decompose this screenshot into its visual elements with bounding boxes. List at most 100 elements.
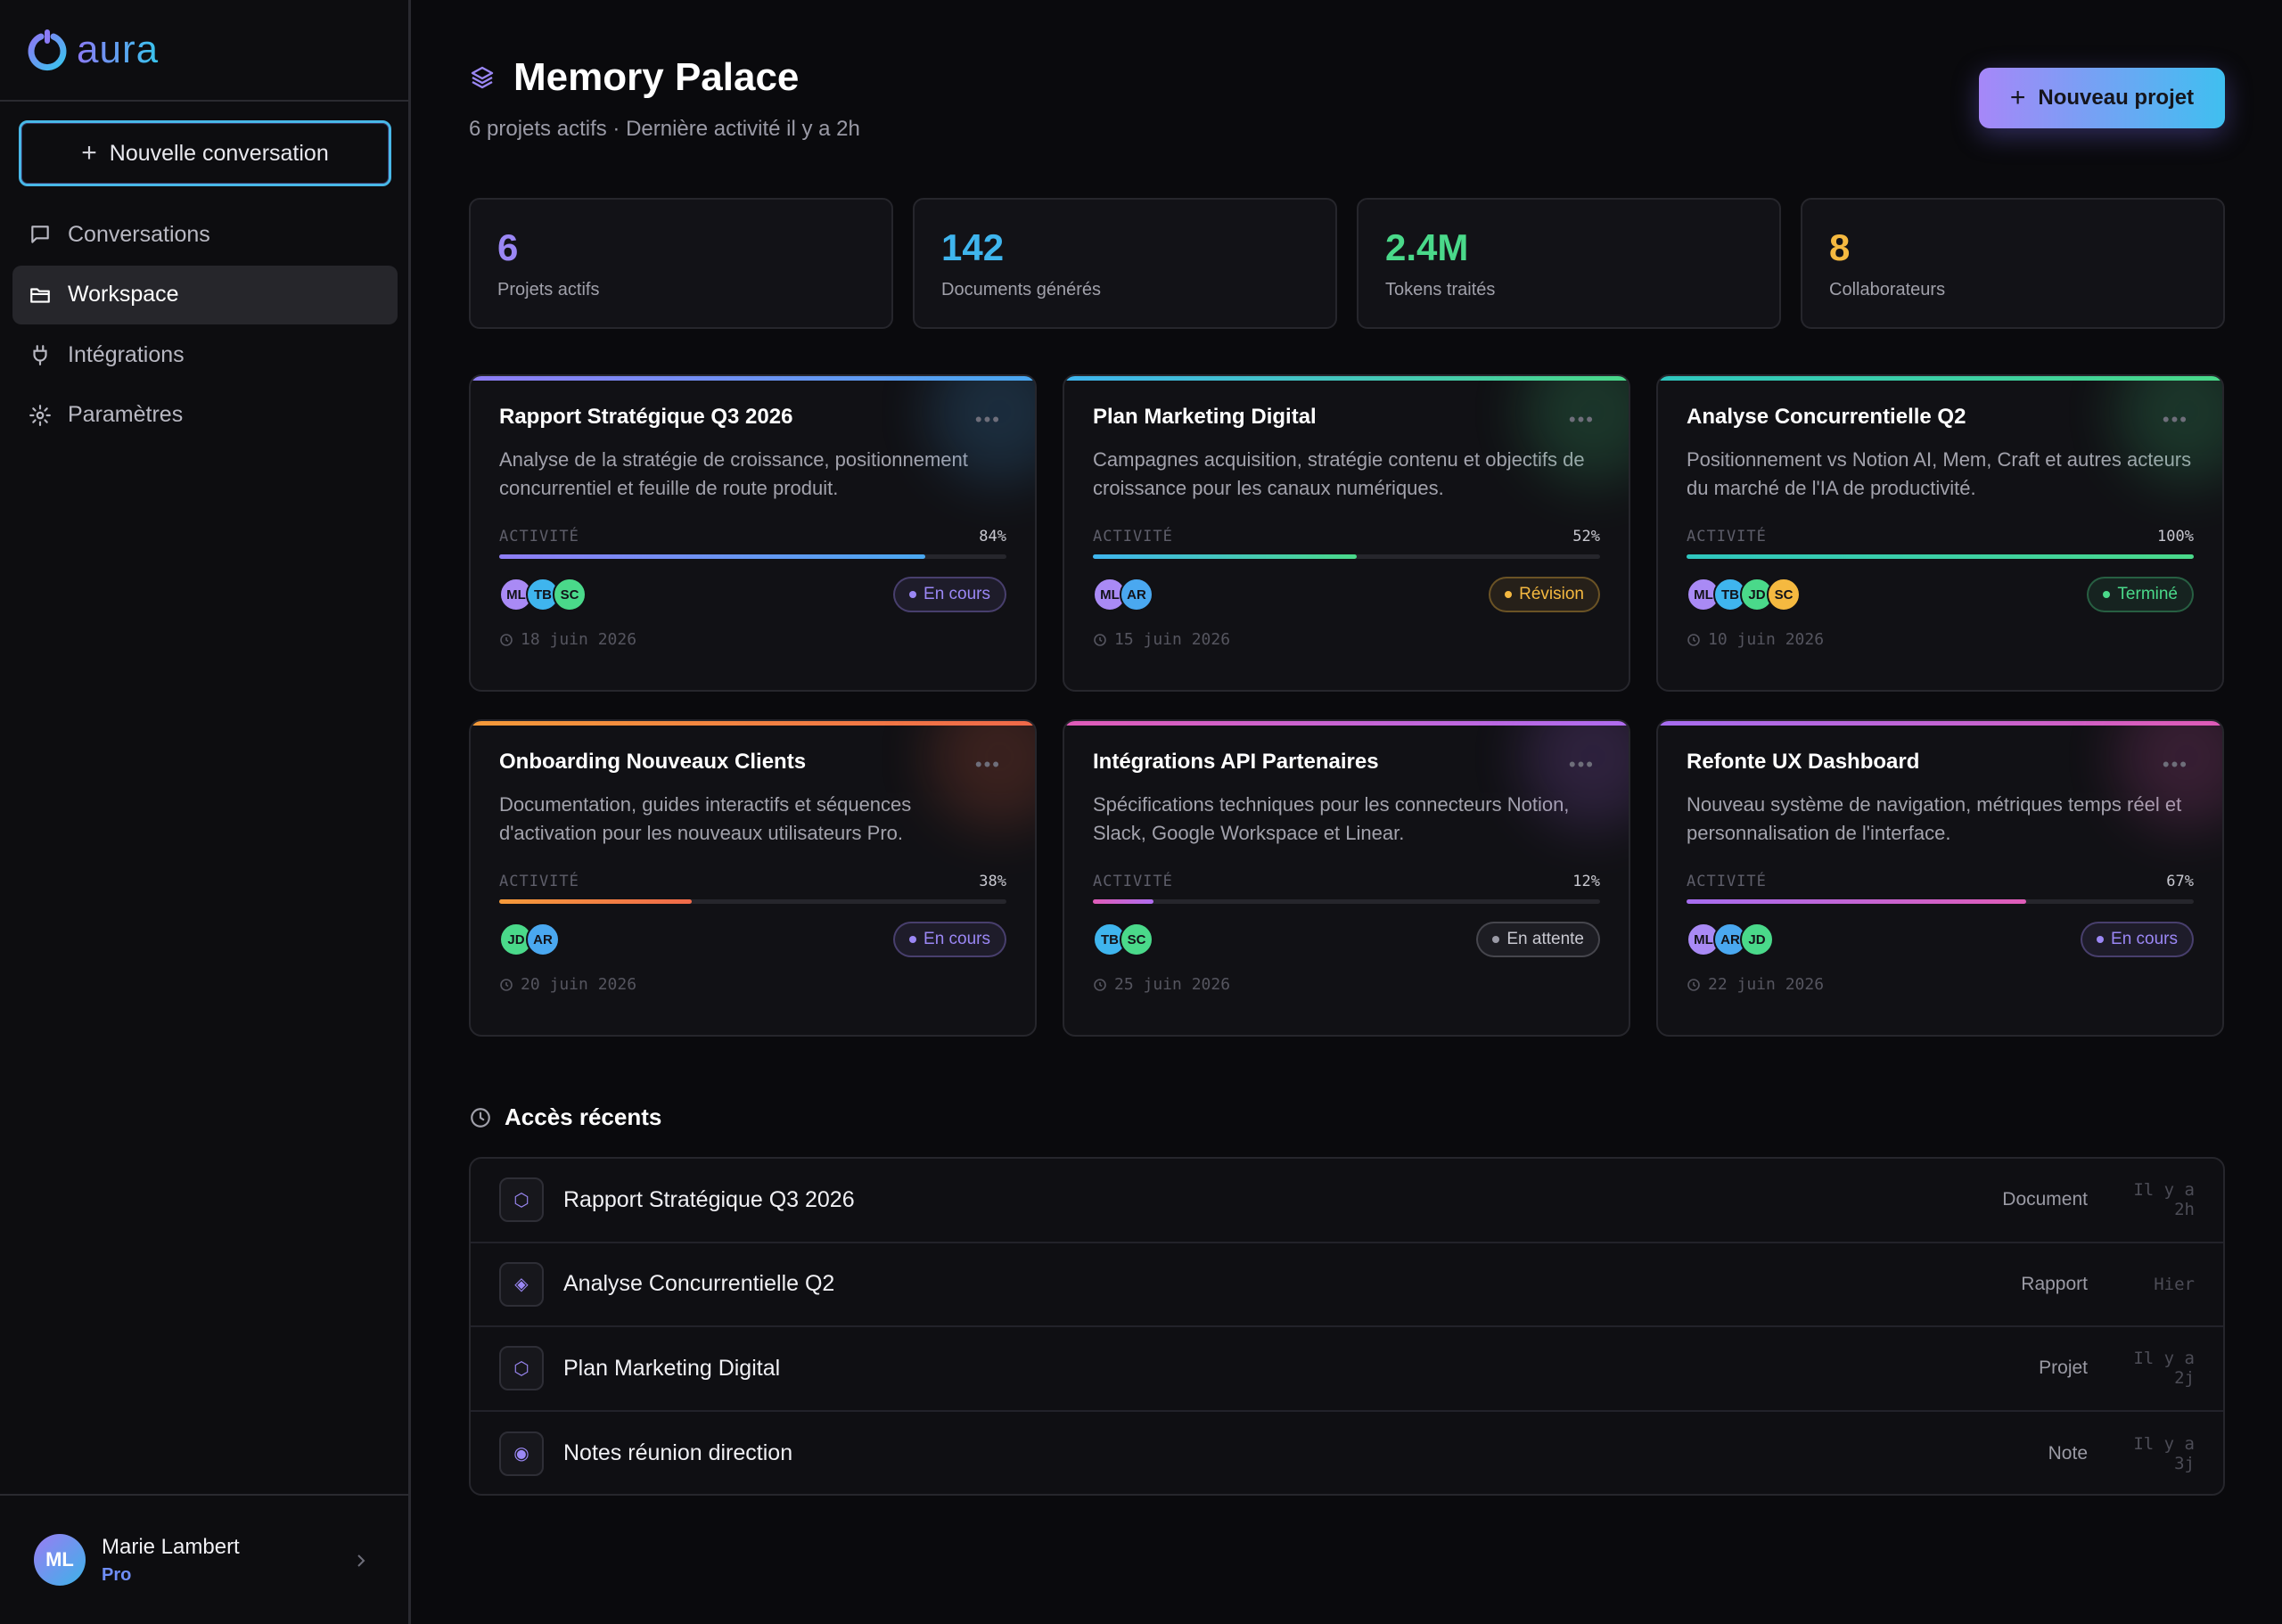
sidebar-item-integrations[interactable]: Intégrations <box>12 325 398 384</box>
progress-bar <box>499 899 1006 904</box>
plus-icon: + <box>81 138 97 168</box>
sidebar-item-workspace[interactable]: Workspace <box>12 265 398 324</box>
plug-icon <box>33 345 47 365</box>
project-description: Spécifications techniques pour les conne… <box>1093 793 1570 844</box>
page-header: Memory Palace <box>469 55 799 100</box>
status-badge: En cours <box>2081 922 2194 957</box>
more-options-icon[interactable]: ••• <box>975 755 1001 775</box>
stat-label: Tokens traités <box>1385 280 1496 299</box>
recent-title: Accès récents <box>505 1103 662 1130</box>
user-profile[interactable]: ML Marie Lambert Pro <box>0 1494 408 1624</box>
dot-icon: ◉ <box>499 1431 544 1476</box>
project-card[interactable]: Refonte UX Dashboard ••• Nouveau système d… <box>1656 719 2224 1037</box>
avatar: SC <box>1767 578 1801 611</box>
recent-item-name: Analyse Concurrentielle Q2 <box>563 1271 835 1297</box>
avatar-stack: ML TB JD SC <box>1687 578 1801 611</box>
avatar: AR <box>1120 578 1153 611</box>
stats-row: 6 Projets actifs 142 Documents générés 2… <box>469 198 2225 329</box>
list-item[interactable]: ◉ Notes réunion direction Note Il y a 3j <box>471 1412 2223 1495</box>
more-options-icon[interactable]: ••• <box>1569 755 1595 775</box>
aura-logo-icon <box>28 29 67 71</box>
avatar-stack: ML TB SC <box>499 578 587 611</box>
clock-icon <box>500 978 513 991</box>
project-date: 25 juin 2026 <box>1114 975 1231 994</box>
sidebar-item-label: Paramètres <box>68 402 184 427</box>
plus-icon: + <box>2009 83 2026 112</box>
project-grid: Rapport Stratégique Q3 2026 ••• Analyse de… <box>469 374 2224 1037</box>
activity-percent: 12% <box>1572 873 1600 890</box>
new-project-button[interactable]: + Nouveau projet <box>1979 68 2225 128</box>
recent-item-time: Il y a 2h <box>2133 1180 2195 1220</box>
clock-icon <box>1094 633 1106 646</box>
stat-card: 8 Collaborateurs <box>1801 198 2225 329</box>
progress-fill <box>1093 899 1154 904</box>
activity-label: ACTIVITÉ <box>499 873 579 890</box>
date-row: 25 juin 2026 <box>1093 975 1600 994</box>
recent-item-time: Il y a 3j <box>2133 1433 2195 1473</box>
project-card[interactable]: Plan Marketing Digital ••• Campagnes acqui… <box>1063 374 1630 692</box>
activity-row: ACTIVITÉ 38% <box>499 873 1006 890</box>
clock-icon <box>1094 978 1106 991</box>
recent-item-type: Rapport <box>2021 1273 2088 1294</box>
sidebar-nav: Conversations Workspace Intégrations Par… <box>12 205 398 446</box>
status-dot-icon <box>1492 936 1500 943</box>
recent-item-time: Hier <box>2154 1274 2195 1294</box>
progress-fill <box>499 899 693 904</box>
more-options-icon[interactable]: ••• <box>1569 410 1595 430</box>
avatar: ML <box>34 1534 86 1586</box>
recent-list: ⬡ Rapport Stratégique Q3 2026 Document Il y… <box>469 1157 2225 1496</box>
list-item[interactable]: ⬡ Plan Marketing Digital Projet Il y a 2j <box>471 1327 2223 1412</box>
stat-label: Collaborateurs <box>1829 280 1946 299</box>
status-label: En cours <box>923 585 990 603</box>
list-item[interactable]: ⬡ Rapport Stratégique Q3 2026 Document Il y… <box>471 1159 2223 1243</box>
user-plan: Pro <box>102 1564 132 1585</box>
activity-label: ACTIVITÉ <box>1687 873 1767 890</box>
collaborators-row: JD AR En cours <box>499 922 1006 957</box>
activity-label: ACTIVITÉ <box>1093 528 1173 545</box>
project-card[interactable]: Rapport Stratégique Q3 2026 ••• Analyse de… <box>469 374 1037 692</box>
clock-icon <box>471 1107 490 1128</box>
project-card[interactable]: Onboarding Nouveaux Clients ••• Documentat… <box>469 719 1037 1037</box>
activity-percent: 67% <box>2166 873 2194 890</box>
recent-header: Accès récents <box>469 1103 661 1131</box>
sidebar-item-conversations[interactable]: Conversations <box>12 205 398 264</box>
chat-icon <box>31 226 49 243</box>
new-project-label: Nouveau projet <box>2038 86 2195 110</box>
stat-card: 142 Documents générés <box>913 198 1337 329</box>
activity-label: ACTIVITÉ <box>1093 873 1173 890</box>
progress-fill <box>499 554 925 559</box>
sidebar-item-label: Conversations <box>68 221 210 247</box>
avatar: SC <box>1120 923 1153 956</box>
new-conversation-button[interactable]: + Nouvelle conversation <box>19 120 391 186</box>
logo[interactable]: aura <box>0 0 408 102</box>
project-card[interactable]: Intégrations API Partenaires ••• Spécifica… <box>1063 719 1630 1037</box>
recent-item-time: Il y a 2j <box>2133 1349 2195 1389</box>
stat-value: 142 <box>941 226 1005 268</box>
sidebar-item-settings[interactable]: Paramètres <box>12 386 398 445</box>
recent-item-type: Note <box>2048 1442 2088 1464</box>
stat-value: 6 <box>497 226 519 268</box>
collaborators-row: ML AR Révision <box>1093 577 1600 612</box>
status-dot-icon <box>909 591 917 598</box>
status-badge: En cours <box>893 577 1006 612</box>
project-card[interactable]: Analyse Concurrentielle Q2 ••• Positionnem… <box>1656 374 2224 692</box>
project-date: 20 juin 2026 <box>521 975 637 994</box>
progress-bar <box>1093 554 1600 559</box>
avatar: SC <box>553 578 587 611</box>
more-options-icon[interactable]: ••• <box>2163 410 2188 430</box>
hexagon-icon: ⬡ <box>499 1177 544 1223</box>
date-row: 20 juin 2026 <box>499 975 1006 994</box>
status-label: Révision <box>1519 585 1584 603</box>
progress-fill <box>1687 554 2194 559</box>
activity-percent: 52% <box>1572 528 1600 545</box>
more-options-icon[interactable]: ••• <box>975 410 1001 430</box>
list-item[interactable]: ◈ Analyse Concurrentielle Q2 Rapport Hier <box>471 1243 2223 1327</box>
progress-bar <box>1687 899 2194 904</box>
progress-fill <box>1687 899 2027 904</box>
page-title: Memory Palace <box>513 55 800 99</box>
clock-icon <box>500 633 513 646</box>
new-conversation-label: Nouvelle conversation <box>109 140 329 166</box>
collaborators-row: ML TB JD SC Terminé <box>1687 577 2194 612</box>
more-options-icon[interactable]: ••• <box>2163 755 2188 775</box>
recent-item-name: Plan Marketing Digital <box>563 1355 781 1381</box>
